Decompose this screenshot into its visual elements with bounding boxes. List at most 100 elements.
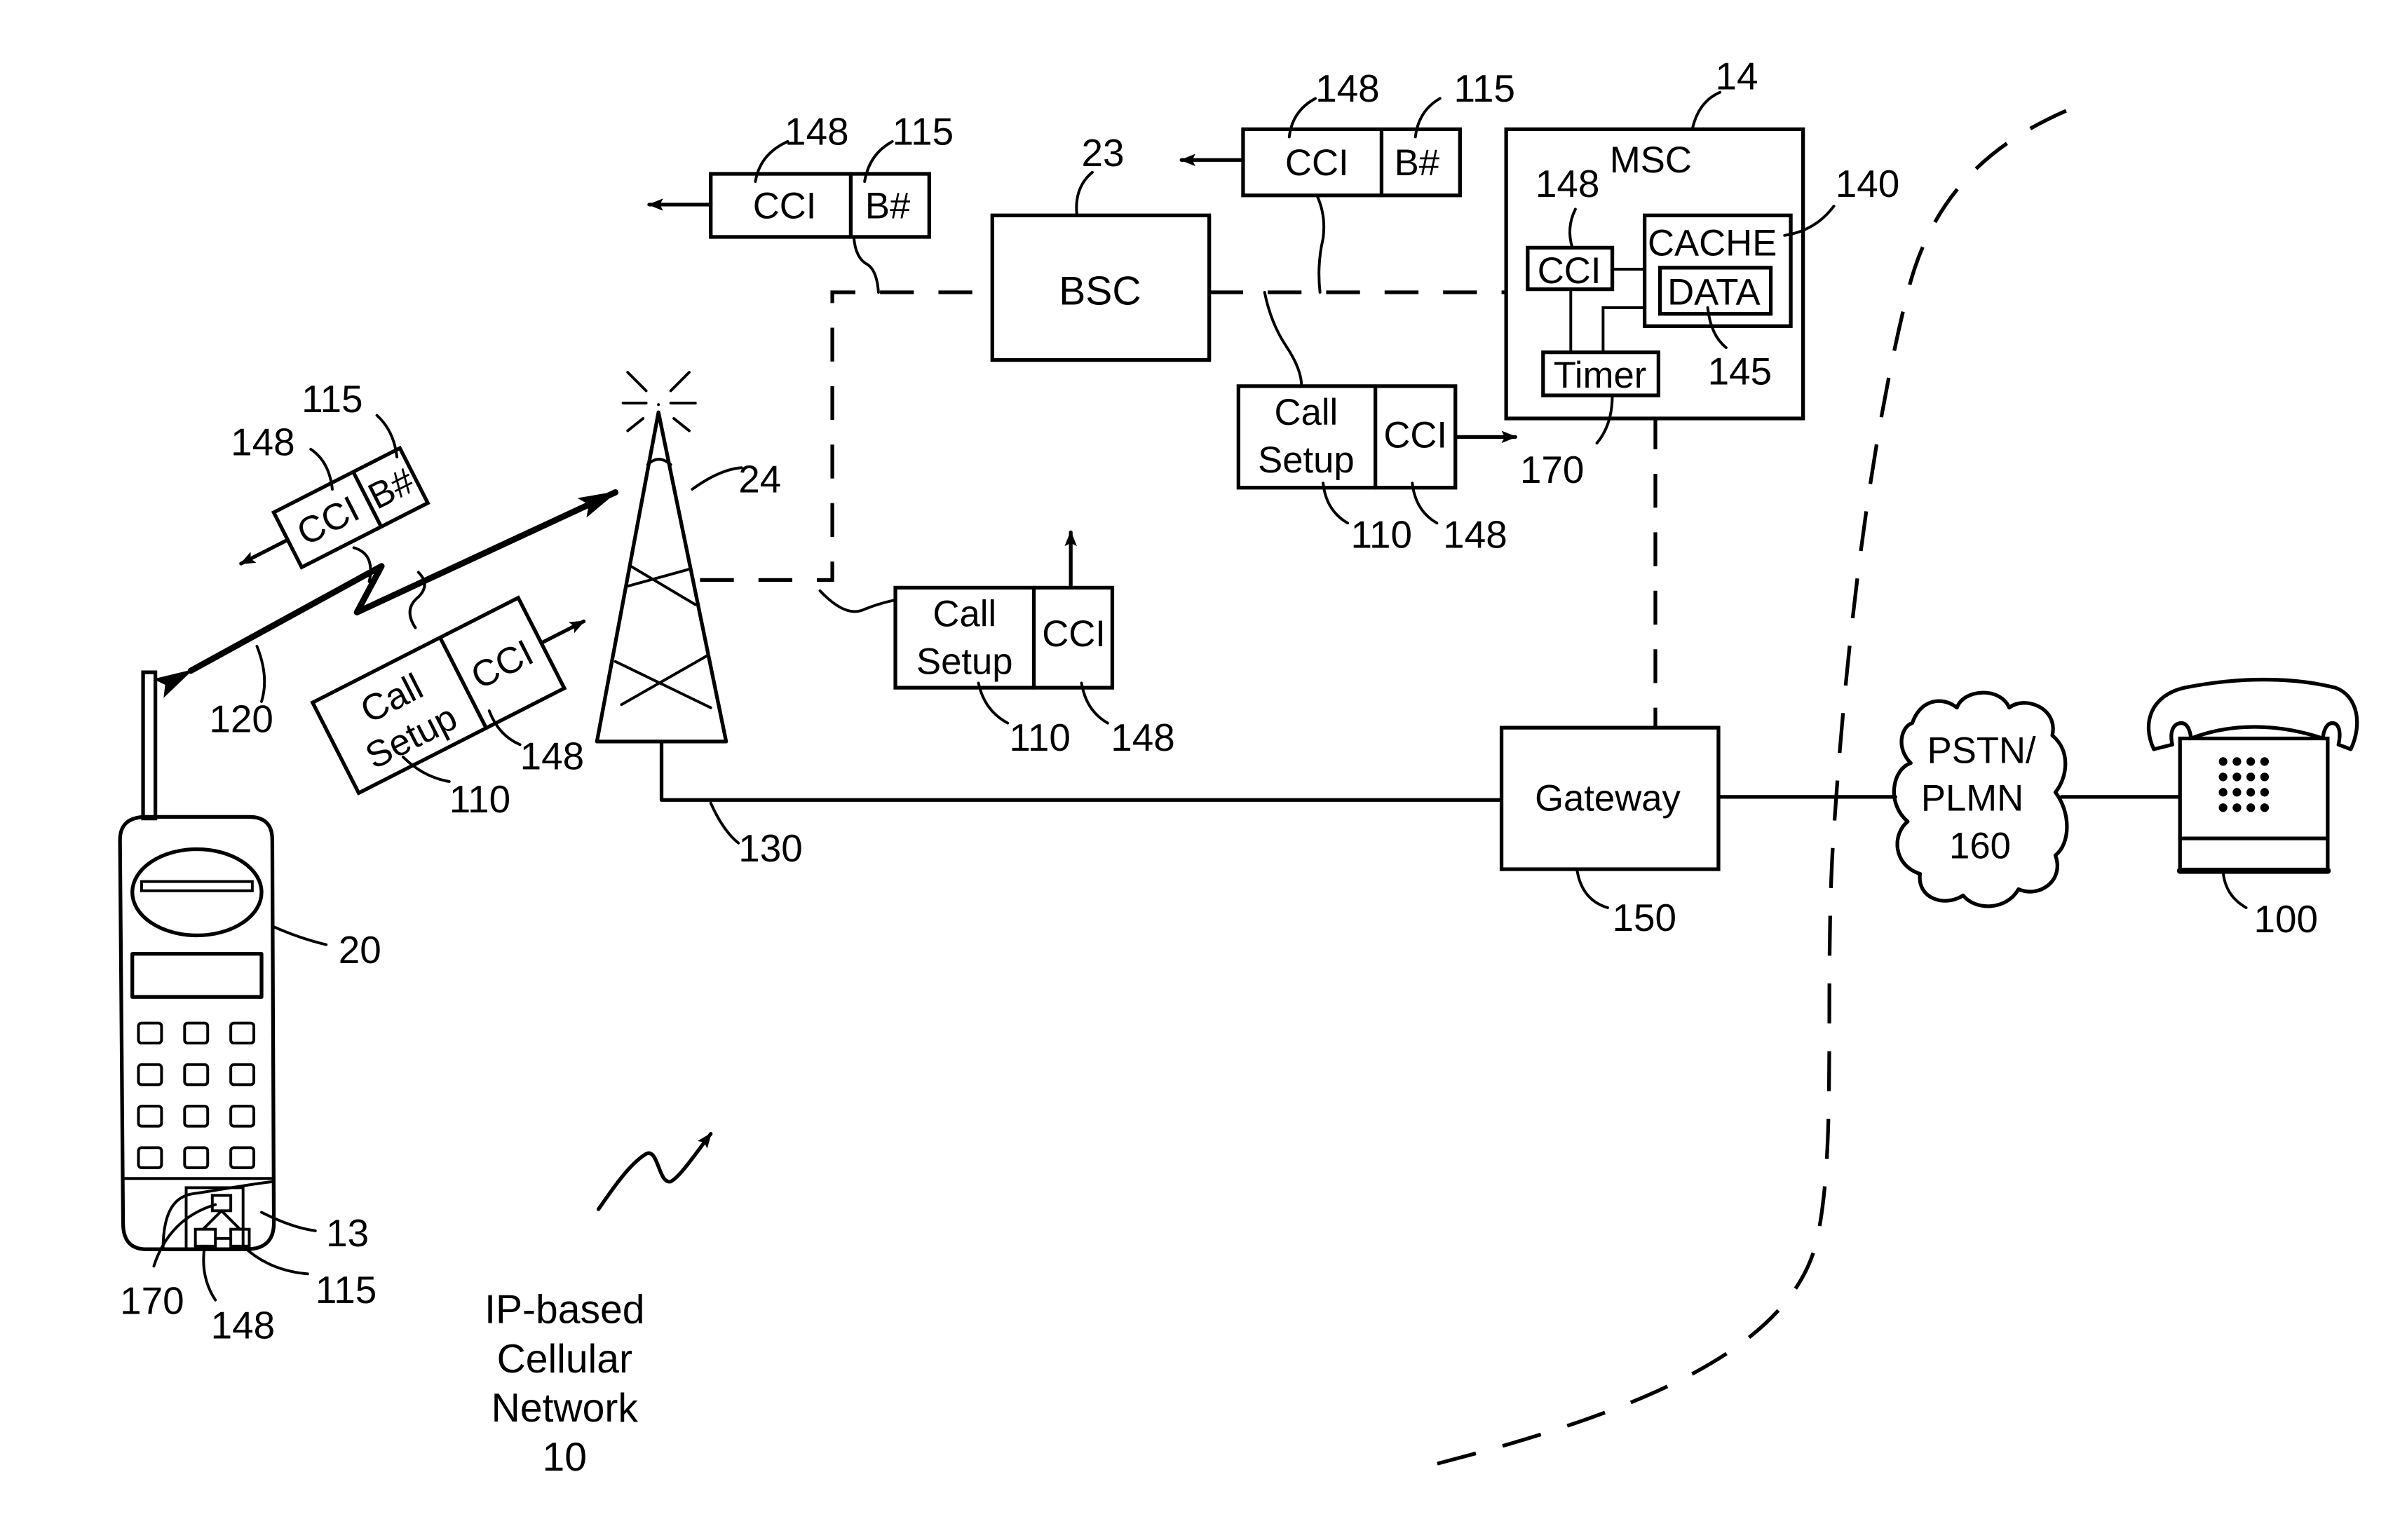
- ref-110-bsc: 110: [1351, 512, 1412, 556]
- phone-key: [183, 1021, 210, 1045]
- phone-antenna: [141, 670, 158, 821]
- ref-170-msc: 170: [1520, 448, 1585, 491]
- leader-120: [255, 644, 266, 703]
- phone-key: [183, 1105, 210, 1128]
- phone-earpiece: [130, 847, 264, 938]
- ref-170-sim: 170: [120, 1279, 184, 1322]
- dashed-link-tower-bsc: [700, 290, 993, 582]
- message-bts-call-setup: Call Setup CCI 110 148: [818, 530, 1175, 759]
- message-bts-cci-bnum: CCI B# 148 115: [647, 109, 954, 294]
- tower-brace-upper: [626, 564, 697, 606]
- msg-bsc-bnum: B#: [1395, 142, 1440, 184]
- desk-phone-key: [2246, 772, 2256, 782]
- gateway-label: Gateway: [1535, 778, 1681, 819]
- network-squiggle-arrow-icon: [596, 1131, 713, 1211]
- ref-115-bts-top: 115: [893, 109, 954, 153]
- msg-bsc-setup-line1: Call: [1275, 392, 1338, 433]
- desk-phone-key: [2218, 803, 2228, 812]
- desk-phone-key: [2232, 772, 2242, 782]
- msg-air-cci-bnum-arrow: [239, 538, 290, 566]
- desk-phone-key: [2260, 788, 2270, 797]
- pstn-cloud: PSTN/ PLMN 160: [1892, 690, 2069, 908]
- msc-data-label: DATA: [1667, 272, 1761, 313]
- msg-bts-cci: CCI: [753, 186, 817, 227]
- sim-timer-chip: [210, 1194, 233, 1213]
- msg-bts-setup-line1: Call: [933, 593, 996, 634]
- msg-bts-bnum: B#: [865, 186, 911, 227]
- ref-148-bts-top: 148: [785, 109, 849, 153]
- leader-100: [2221, 869, 2248, 909]
- ref-148-sim: 148: [211, 1303, 276, 1347]
- msc-node: MSC 14 CCI 148 CACHE 140 DATA 145 Timer …: [1504, 54, 1899, 491]
- network-label-line1: IP-based: [484, 1288, 644, 1333]
- sim-chip-connectors: [201, 1209, 242, 1240]
- network-label: IP-based Cellular Network 10: [484, 1131, 713, 1480]
- ref-148-bsc: 148: [1443, 512, 1507, 556]
- pstn-label-line1: PSTN/: [1927, 730, 2036, 772]
- ref-110-bts: 110: [1009, 716, 1070, 759]
- msc-label: MSC: [1610, 139, 1692, 181]
- bsc-node: BSC 23: [990, 131, 1212, 362]
- phone-key: [229, 1105, 256, 1128]
- phone-key: [229, 1063, 256, 1086]
- msc-cci-label: CCI: [1538, 250, 1601, 292]
- msg-air-setup-arrow: [539, 619, 586, 645]
- desk-phone-key: [2260, 803, 2270, 812]
- mobile-phone: 20 13 170 148 115: [118, 670, 381, 1347]
- desk-phone-key: [2246, 803, 2256, 812]
- desk-phone-key: [2218, 772, 2228, 782]
- ref-120: 120: [209, 697, 273, 741]
- message-bsc-cci-bnum: CCI B# 148 115: [1179, 67, 1515, 294]
- leader-13: [260, 1211, 317, 1232]
- desk-phone-key: [2218, 788, 2228, 797]
- phone-key: [137, 1105, 163, 1128]
- desk-phone-key: [2232, 757, 2242, 766]
- message-bsc-call-setup: Call Setup CCI 110 148: [1236, 291, 1517, 556]
- sim-bnum-chip: [229, 1227, 251, 1248]
- ref-100: 100: [2254, 897, 2319, 941]
- patent-figure-ip-cellular-network: IP-based Cellular Network 10 20 13 170 1…: [118, 54, 2359, 1480]
- sim-cci-chip: [194, 1227, 217, 1248]
- leader-20: [271, 925, 328, 946]
- ref-115-bsc-top: 115: [1454, 67, 1515, 110]
- ref-130: 130: [738, 826, 803, 870]
- ref-145: 145: [1708, 350, 1772, 393]
- tower-brace-lower: [613, 654, 712, 709]
- msg-bsc-setup-line2: Setup: [1258, 439, 1355, 481]
- ref-148-bsc-top: 148: [1315, 67, 1380, 110]
- network-label-line3: Network: [491, 1386, 639, 1431]
- ref-13: 13: [326, 1211, 369, 1255]
- phone-key: [137, 1146, 163, 1169]
- phone-display: [130, 952, 264, 999]
- phone-base: [2178, 736, 2330, 873]
- ref-24: 24: [738, 457, 781, 500]
- desk-phone-key: [2232, 788, 2242, 797]
- leader-130: [709, 801, 740, 845]
- phone-key: [229, 1146, 256, 1169]
- ref-115-air: 115: [301, 377, 362, 421]
- leader-14: [1690, 90, 1722, 131]
- pstn-label-line2: PLMN: [1921, 778, 2023, 819]
- leader-148-sim: [202, 1244, 217, 1302]
- desk-phone-key: [2218, 757, 2228, 766]
- landline-phone: 100: [2146, 677, 2359, 941]
- msg-bsc-setup-cci: CCI: [1383, 415, 1447, 456]
- phone-key: [229, 1021, 256, 1045]
- phone-key: [137, 1063, 163, 1086]
- msc-timer-label: Timer: [1554, 355, 1647, 396]
- msc-cache-label: CACHE: [1648, 222, 1777, 264]
- ref-115-sim: 115: [316, 1268, 377, 1311]
- leader-bts-cci-bnum-link: [852, 236, 880, 294]
- radio-link-bolt: [153, 489, 619, 698]
- bsc-label: BSC: [1059, 269, 1141, 314]
- desk-phone-key: [2260, 772, 2270, 782]
- leader-150: [1575, 868, 1609, 909]
- ref-148-msc: 148: [1535, 162, 1600, 205]
- msg-bts-setup-cci: CCI: [1042, 613, 1106, 655]
- desk-phone-key: [2246, 757, 2256, 766]
- ref-14: 14: [1716, 54, 1758, 97]
- backhaul-line-130: [659, 740, 1504, 802]
- gateway-node: Gateway 150: [1499, 725, 1721, 939]
- ref-148-air-setup: 148: [520, 734, 585, 777]
- desk-phone-key: [2260, 757, 2270, 766]
